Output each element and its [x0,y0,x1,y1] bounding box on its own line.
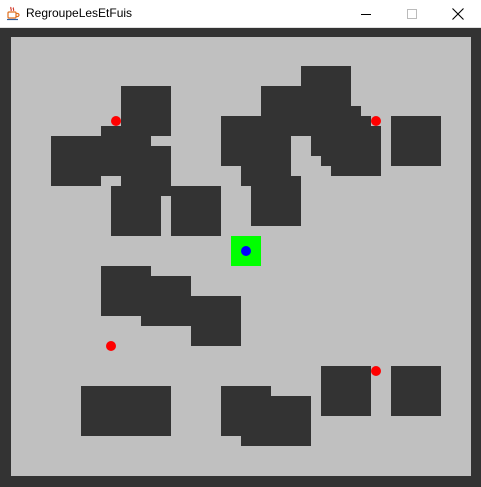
minimize-icon [361,9,371,19]
fruit-dot [111,116,121,126]
wall-block [111,186,161,236]
maximize-icon [407,8,417,19]
maximize-button[interactable] [389,0,435,27]
window-title: RegroupeLesEtFuis [26,6,133,20]
wall-block [391,366,441,416]
player-token [241,246,251,256]
wall-block [241,396,311,446]
wall-block [81,386,171,436]
wall-block [391,116,441,166]
close-button[interactable] [435,0,481,27]
fruit-dot [106,341,116,351]
wall-block [141,276,191,326]
wall-block [51,136,101,186]
fruit-dot [371,116,381,126]
wall-block [251,176,301,226]
wall-block [191,296,241,346]
close-icon [452,7,464,20]
wall-block [331,126,381,176]
title-bar: RegroupeLesEtFuis [0,0,481,28]
fruit-dot [371,366,381,376]
minimize-button[interactable] [343,0,389,27]
wall-block [321,366,371,416]
wall-block [171,186,221,236]
game-board [11,37,471,476]
java-icon [5,5,21,21]
